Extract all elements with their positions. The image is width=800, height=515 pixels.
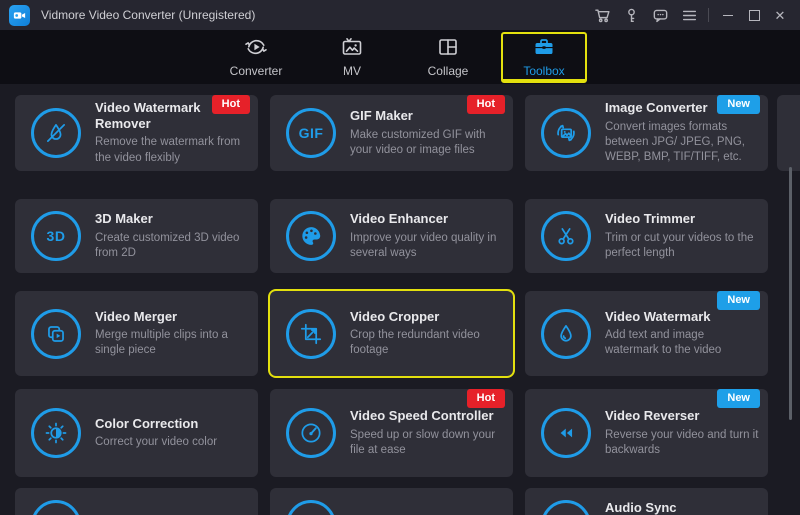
tool-card-color-correction[interactable]: Color Correction Correct your video color (15, 389, 258, 477)
tool-card-video-enhancer[interactable]: Video Enhancer Improve your video quality… (270, 199, 513, 273)
tool-title: Video Reverser (605, 408, 760, 424)
tab-collage[interactable]: Collage (405, 32, 491, 83)
reverser-icon (541, 408, 591, 458)
trimmer-icon (541, 211, 591, 261)
tool-description: Trim or cut your videos to the perfect l… (605, 231, 760, 261)
maximize-button[interactable] (744, 5, 764, 25)
tool-card-image-converter[interactable]: Image ConverterConvert images formats be… (525, 95, 768, 171)
app-logo-icon (9, 5, 30, 26)
merger-icon (31, 309, 81, 359)
tool-description: Make customized GIF with your video or i… (350, 128, 505, 158)
minimize-button[interactable] (718, 5, 738, 25)
tool-card-video-merger[interactable]: Video Merger Merge multiple clips into a … (15, 291, 258, 376)
tab-label: Converter (230, 64, 283, 78)
badge-new: New (717, 291, 760, 310)
tab-label: Toolbox (523, 64, 564, 78)
tool-card-video-speed-controller[interactable]: Video Speed Controller Speed up or slow d… (270, 389, 513, 477)
icon-label: GIF (299, 125, 324, 141)
tab-mv[interactable]: MV (309, 32, 395, 83)
window-title: Vidmore Video Converter (Unregistered) (41, 8, 593, 22)
tool-description: Crop the redundant video footage (350, 328, 505, 358)
tool-title: Video Cropper (350, 309, 505, 325)
tool-card-video-trimmer[interactable]: Video Trimmer Trim or cut your videos to … (525, 199, 768, 273)
tool-title: 3D Maker (95, 211, 250, 227)
tool-description: Remove the watermark from the video flex… (95, 135, 250, 165)
tab-toolbox[interactable]: Toolbox (501, 32, 587, 83)
mv-icon (340, 35, 364, 59)
tool-title: Video Speed Controller (350, 408, 505, 424)
tool-description: Speed up or slow down your file at ease (350, 428, 505, 458)
unknown-icon (286, 500, 336, 515)
app-window: Vidmore Video Converter (Unregistered) ✕… (0, 0, 800, 515)
titlebar-separator (708, 8, 709, 22)
speed-icon (286, 408, 336, 458)
feedback-icon[interactable] (651, 6, 669, 24)
tool-card-audio-sync[interactable]: Audio Sync (525, 488, 768, 515)
badge-hot: Hot (212, 95, 250, 114)
tool-card-gif-maker[interactable]: GIFGIF MakerMake customized GIF with you… (270, 95, 513, 171)
enhancer-icon (286, 211, 336, 261)
tool-description: Correct your video color (95, 435, 250, 450)
titlebar: Vidmore Video Converter (Unregistered) ✕ (0, 0, 800, 30)
tool-title: Video Merger (95, 309, 250, 325)
tool-card-video-reverser[interactable]: Video Reverser Reverse your video and tur… (525, 389, 768, 477)
tab-label: MV (343, 64, 361, 78)
tool-title: Video Trimmer (605, 211, 760, 227)
tab-label: Collage (428, 64, 469, 78)
tab-converter[interactable]: Converter (213, 32, 299, 83)
menu-icon[interactable] (680, 6, 698, 24)
badge-new: New (717, 95, 760, 114)
toolbox-grid: Video Watermark RemoverRemove the waterm… (0, 84, 800, 515)
tool-description: Add text and image watermark to the vide… (605, 328, 760, 358)
converter-icon (244, 35, 268, 59)
cart-icon[interactable] (593, 6, 611, 24)
badge-hot: Hot (467, 95, 505, 114)
unknown-icon (31, 500, 81, 515)
image-converter-icon (541, 108, 591, 158)
unknown-icon (541, 500, 591, 515)
tool-description: Improve your video quality in several wa… (350, 231, 505, 261)
3d-icon: 3D (31, 211, 81, 261)
watermark-icon (541, 309, 591, 359)
tool-description: Merge multiple clips into a single piece (95, 328, 250, 358)
tool-card-partial-right[interactable] (777, 95, 800, 171)
gif-icon: GIF (286, 108, 336, 158)
tool-card-video-watermark-remover[interactable]: Video Watermark RemoverRemove the waterm… (15, 95, 258, 171)
tool-description: Create customized 3D video from 2D (95, 231, 250, 261)
color-correction-icon (31, 408, 81, 458)
tool-description: Convert images formats between JPG/ JPEG… (605, 120, 760, 166)
watermark-remover-icon (31, 108, 81, 158)
tool-card-partial[interactable] (15, 488, 258, 515)
tool-card-video-watermark[interactable]: Video Watermark Add text and image waterm… (525, 291, 768, 376)
main-nav: Converter MV Collage Toolbox (0, 30, 800, 84)
close-button[interactable]: ✕ (770, 5, 790, 25)
key-icon[interactable] (622, 6, 640, 24)
vertical-scrollbar[interactable] (789, 167, 792, 420)
tool-card-3d-maker[interactable]: 3D 3D Maker Create customized 3D video fro… (15, 199, 258, 273)
tool-title: Color Correction (95, 416, 250, 432)
tool-title: Video Watermark (605, 309, 760, 325)
tool-title: Audio Sync (605, 500, 760, 515)
tool-card-partial[interactable] (270, 488, 513, 515)
icon-label: 3D (47, 228, 66, 244)
badge-new: New (717, 389, 760, 408)
collage-icon (436, 35, 460, 59)
toolbox-icon (532, 35, 556, 59)
tool-description: Reverse your video and turn it backwards (605, 428, 760, 458)
cropper-icon (286, 309, 336, 359)
tool-title: Video Enhancer (350, 211, 505, 227)
badge-hot: Hot (467, 389, 505, 408)
tool-card-video-cropper[interactable]: Video Cropper Crop the redundant video fo… (270, 291, 513, 376)
